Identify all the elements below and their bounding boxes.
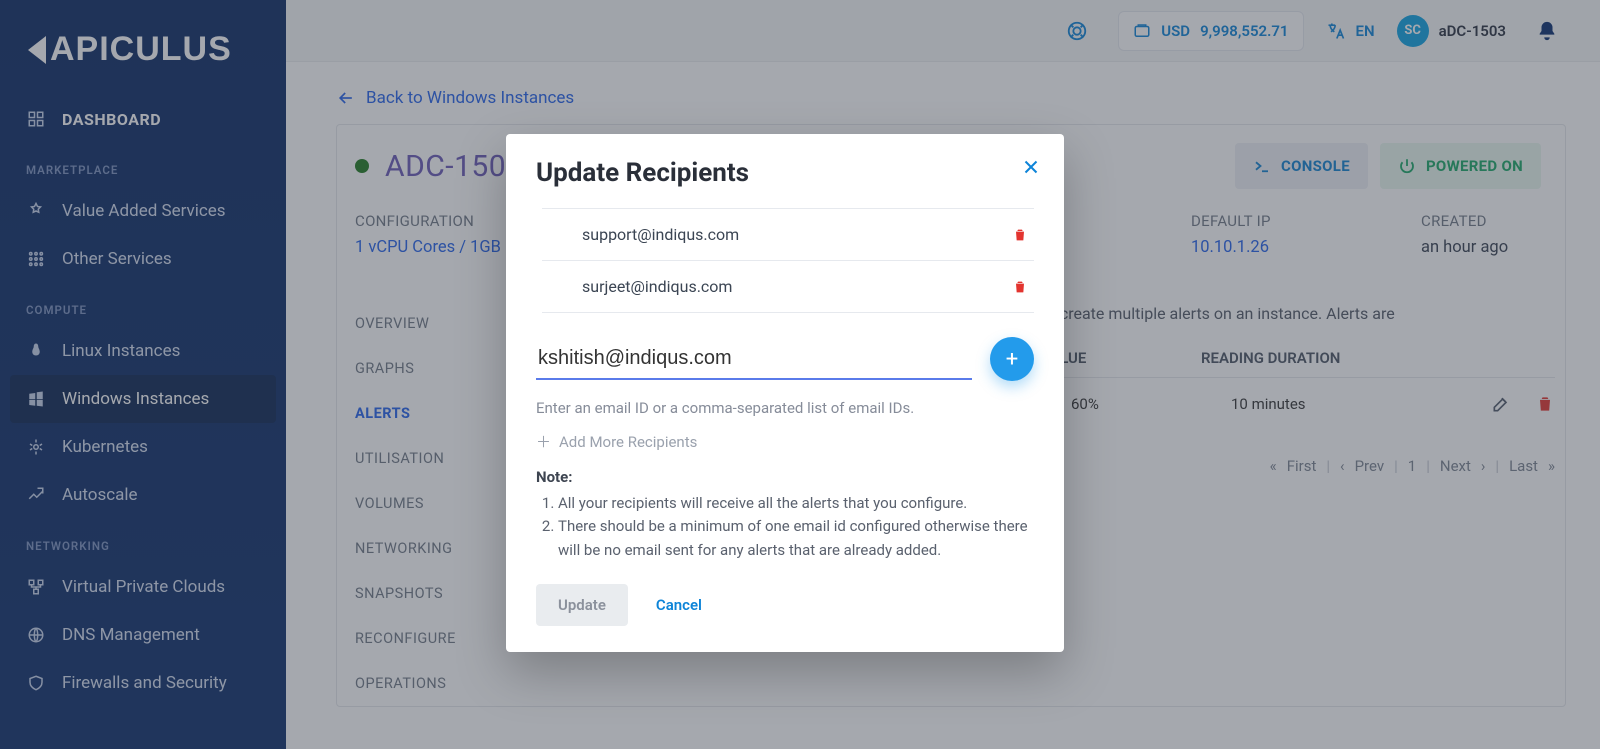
note-title: Note: (536, 468, 1034, 486)
cancel-button[interactable]: Cancel (656, 596, 702, 614)
close-icon[interactable] (1020, 156, 1042, 178)
delete-recipient-icon[interactable] (1012, 279, 1028, 295)
note-list: All your recipients will receive all the… (540, 492, 1034, 562)
email-input[interactable] (536, 339, 972, 380)
update-recipients-modal: Update Recipients support@indiqus.com su… (506, 134, 1064, 652)
modal-title: Update Recipients (536, 158, 1034, 188)
note-item: All your recipients will receive all the… (558, 492, 1034, 515)
recipient-email: surjeet@indiqus.com (548, 277, 732, 296)
add-more-label: Add More Recipients (559, 433, 697, 451)
update-button[interactable]: Update (536, 584, 628, 626)
recipient-row: support@indiqus.com (542, 208, 1034, 260)
delete-recipient-icon[interactable] (1012, 227, 1028, 243)
recipient-row: surjeet@indiqus.com (542, 260, 1034, 312)
add-recipient-button[interactable]: + (990, 337, 1034, 381)
recipients-list: support@indiqus.com surjeet@indiqus.com (542, 208, 1034, 313)
plus-small-icon: ＋ (536, 431, 551, 452)
note-item: There should be a minimum of one email i… (558, 515, 1034, 562)
recipient-email: support@indiqus.com (548, 225, 739, 244)
input-hint: Enter an email ID or a comma-separated l… (536, 399, 1034, 417)
plus-icon: + (1006, 347, 1018, 372)
add-more-recipients[interactable]: ＋ Add More Recipients (536, 431, 697, 452)
